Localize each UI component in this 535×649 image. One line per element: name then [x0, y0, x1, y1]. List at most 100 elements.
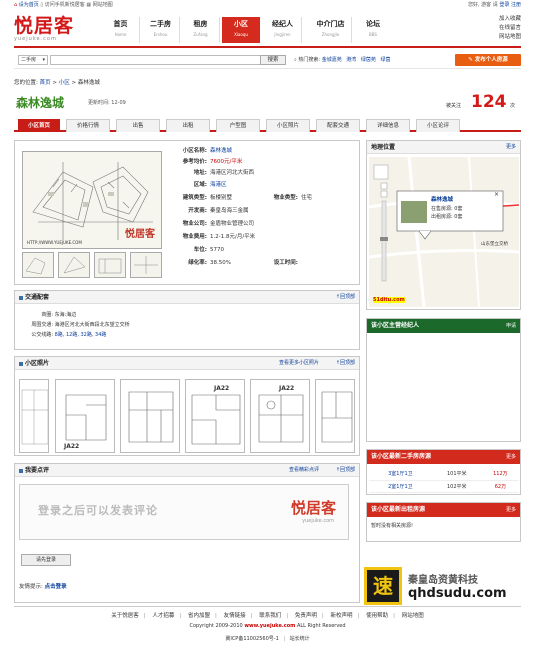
main-floorplan-image[interactable]: HTTP://WWW.YUEJUKE.COM 悦居客: [22, 151, 162, 249]
bookmark-link[interactable]: 加入收藏: [499, 15, 521, 24]
search-bar: 二手房 ▾ 搜索 ⌕ 热门搜索: 金城嘉苑 港湾 绿茵苑 绿茵 ✎ 发布个人房源: [14, 52, 521, 69]
hot-item[interactable]: 金城嘉苑: [322, 57, 342, 63]
search-button[interactable]: 搜索: [260, 55, 286, 65]
publish-listing-button[interactable]: ✎ 发布个人房源: [455, 54, 521, 66]
watermark-logo-frame: 速: [364, 567, 402, 605]
footer-link[interactable]: 联系我们: [259, 613, 281, 619]
hot-item[interactable]: 绿茵: [381, 57, 391, 63]
traffic-value: 东海:海边: [54, 312, 77, 318]
photo-thumbnail[interactable]: JA22: [55, 379, 115, 453]
sale-layout[interactable]: 2室1厅1卫: [369, 480, 432, 493]
search-type-select[interactable]: 二手房 ▾: [18, 55, 48, 65]
breadcrumb-current: 森林逸城: [77, 80, 100, 86]
login-link[interactable]: 登录: [499, 2, 509, 8]
mobile-link[interactable]: 访问手机新悦居客: [45, 2, 85, 8]
logo-subtext: yuejuke.com: [14, 36, 57, 42]
thumbnail-2[interactable]: [58, 252, 90, 278]
info-row: 车位: 5770: [163, 246, 224, 255]
traffic-row: 公交线路: 8路, 12路, 32路, 34路: [23, 331, 106, 340]
nav-item-home[interactable]: 首页 Home: [102, 17, 140, 43]
thumbnail-3[interactable]: [94, 252, 126, 278]
sitemap-link-right[interactable]: 网站地图: [499, 33, 521, 42]
tab-sale[interactable]: 出售: [116, 119, 160, 132]
map-more-link[interactable]: 更多: [506, 141, 516, 154]
tab-photos[interactable]: 小区照片: [266, 119, 310, 132]
thumbnail-drawing: [63, 256, 86, 274]
nav-item-zhongjie[interactable]: 中介门店 Zhongjie: [310, 17, 352, 43]
photo-thumbnail[interactable]: JA22: [185, 379, 245, 453]
tab-home[interactable]: 小区首页: [18, 119, 60, 132]
back-top-link[interactable]: ↑回顶部: [336, 357, 355, 370]
photo-thumbnail[interactable]: [315, 379, 355, 453]
sitemap-link[interactable]: 网站地图: [93, 2, 113, 8]
footer-link[interactable]: 关于悦居客: [111, 613, 139, 619]
breadcrumb-home[interactable]: 首页: [40, 80, 51, 86]
footer-link[interactable]: 网站地图: [402, 613, 424, 619]
nav-item-xiaoqu[interactable]: 小区 Xiaoqu: [222, 17, 260, 43]
top-bar: ⌂ 设为首页 ▯ 访问手机新悦居客 ▦ 网站地图 您好, 游客 请 登录 注册: [0, 0, 535, 10]
tab-price[interactable]: 价格行情: [66, 119, 110, 132]
footer-link[interactable]: 省内加盟: [188, 613, 210, 619]
nav-item-bbs[interactable]: 论坛 BBS: [354, 17, 392, 43]
brand-sub: yuejuke.com: [302, 518, 334, 524]
hot-item[interactable]: 绿茵苑: [361, 57, 376, 63]
table-row[interactable]: 3室1厅1卫 101平米 112万: [369, 468, 519, 481]
image-url-text: HTTP://WWW.YUEJUKE.COM: [27, 240, 82, 245]
photo-drawing: JA22: [258, 385, 304, 443]
tab-floorplan[interactable]: 户型图: [216, 119, 260, 132]
photos-more-link[interactable]: 查看更多小区照片: [279, 357, 319, 370]
nav-item-jingjiren[interactable]: 经纪人 Jingjiren: [264, 17, 302, 43]
agents-apply-link[interactable]: 申请: [506, 319, 516, 333]
bus-lines-link[interactable]: 8路, 12路, 32路, 34路: [55, 332, 107, 338]
sale-more-link[interactable]: 更多: [506, 450, 516, 464]
stats-link[interactable]: 站长统计: [290, 636, 310, 642]
nav-item-zufang[interactable]: 租房 Zufang: [182, 17, 220, 43]
message-link[interactable]: 在线留言: [499, 24, 521, 33]
back-top-link[interactable]: ↑回顶部: [336, 291, 355, 304]
agents-title: 该小区主营经纪人: [371, 322, 420, 329]
hot-item[interactable]: 港湾: [346, 57, 356, 63]
info-key: 区域:: [193, 182, 207, 188]
photo-thumbnail[interactable]: [19, 379, 49, 453]
review-more-link[interactable]: 查看精彩点评: [289, 464, 319, 477]
footer-link[interactable]: 友情链接: [224, 613, 246, 619]
thumbnail-1[interactable]: [22, 252, 54, 278]
login-first-button[interactable]: 请先登录: [21, 554, 71, 566]
watermark: 速 秦皇岛资黄科技 qhdsudu.com: [364, 567, 524, 605]
footer-link[interactable]: 使用帮助: [366, 613, 388, 619]
bus-icon: [19, 295, 23, 300]
register-link[interactable]: 注册: [511, 2, 521, 8]
map-popup-title[interactable]: 森林逸城: [431, 195, 453, 203]
info-value-link[interactable]: 森林逸城: [210, 148, 232, 154]
tab-reviews[interactable]: 小区论评: [416, 119, 460, 132]
footer-link[interactable]: 人才招募: [152, 613, 174, 619]
tip-login-link[interactable]: 点击登录: [45, 584, 67, 590]
table-row[interactable]: 2室1厅1卫 102平米 62万: [369, 480, 519, 493]
photo-thumbnail[interactable]: [120, 379, 180, 453]
breadcrumb-section[interactable]: 小区: [59, 80, 70, 86]
close-icon[interactable]: ×: [494, 191, 499, 198]
footer-link[interactable]: 免责声明: [295, 613, 317, 619]
tip-label: 友情提示:: [19, 584, 43, 590]
rent-more-link[interactable]: 更多: [506, 503, 516, 517]
copyright-site-link[interactable]: www.yuejuke.com: [244, 623, 295, 629]
footer-link[interactable]: 新校声明: [330, 613, 352, 619]
thumbnail-4[interactable]: [130, 252, 162, 278]
nav-item-ershou[interactable]: 二手房 Ershou: [142, 17, 180, 43]
info-row: 物业费用: 1.2-1.8元/月/平米: [163, 233, 255, 242]
svg-text:JA22: JA22: [278, 385, 294, 392]
sale-layout[interactable]: 3室1厅1卫: [369, 468, 432, 481]
map-view[interactable]: 森林逸城 在售房源: 0套 出租房源: 0套 × 山东堡立交桥 51ditu.c…: [369, 157, 519, 307]
tab-rent[interactable]: 出租: [166, 119, 210, 132]
tab-details[interactable]: 详细信息: [366, 119, 410, 132]
set-home-link[interactable]: 设为首页: [19, 2, 39, 8]
info-value-link[interactable]: 海港区: [210, 182, 227, 188]
back-top-link[interactable]: ↑回顶部: [336, 464, 355, 477]
search-icon: ⌕: [294, 57, 297, 63]
search-input[interactable]: [50, 55, 286, 65]
site-logo[interactable]: 悦居客 yuejuke.com: [14, 16, 90, 44]
tab-traffic[interactable]: 配套交通: [316, 119, 360, 132]
photo-thumbnail[interactable]: JA22: [250, 379, 310, 453]
greeting-text: 您好, 游客: [467, 2, 492, 8]
map-icon: ▦: [86, 2, 92, 8]
